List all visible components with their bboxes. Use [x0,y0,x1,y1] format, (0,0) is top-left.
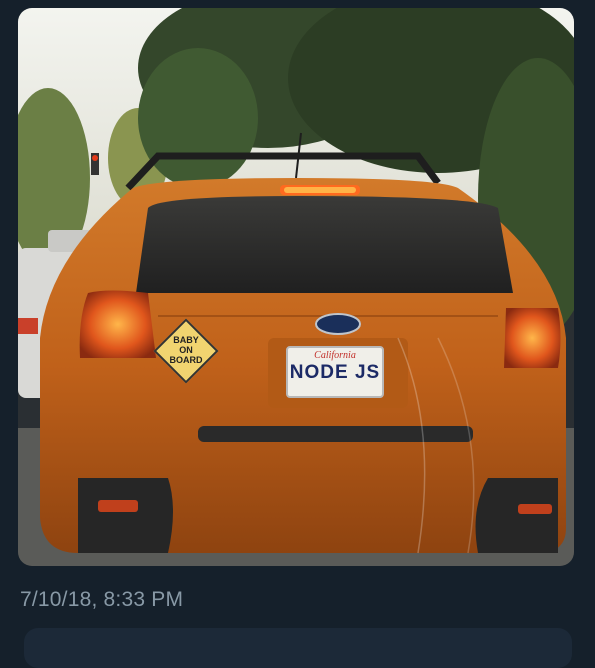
baby-on-board-text: BABY ON BOARD [158,335,214,365]
sign-line-3: BOARD [169,355,203,365]
plate-number: NODE JS [289,362,381,383]
plate-state: California [314,350,356,361]
sign-line-2: ON [179,345,193,355]
reply-box[interactable] [24,628,572,668]
tweet-timestamp[interactable]: 7/10/18, 8:33 PM [20,588,183,612]
car-photo [18,8,574,566]
sign-line-1: BABY [173,335,199,345]
tweet-photo[interactable]: BABY ON BOARD California NODE JS [18,8,574,566]
license-plate: California NODE JS [286,346,384,398]
